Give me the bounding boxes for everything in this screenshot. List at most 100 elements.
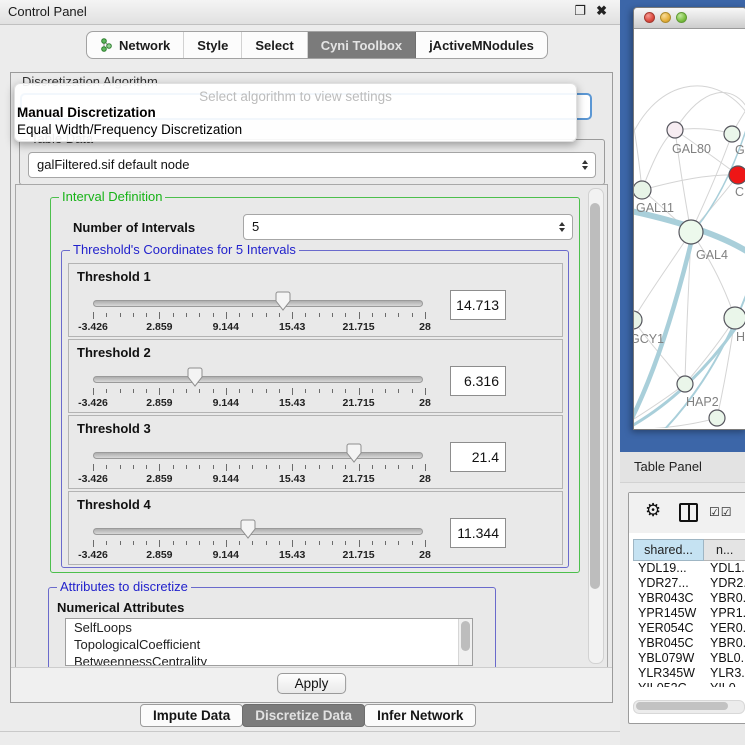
table-row[interactable]: YBL079WYBL0...	[633, 651, 745, 666]
tick-mark	[305, 313, 306, 317]
panel-title: Control Panel	[8, 4, 87, 19]
tick-mark	[412, 389, 413, 393]
table-row[interactable]: YPR145WYPR1...	[633, 606, 745, 621]
table-data-combo[interactable]: galFiltered.sif default node	[28, 152, 596, 178]
algorithm-option-manual-discretization[interactable]: Manual Discretization	[17, 105, 156, 120]
tick-mark	[199, 313, 200, 317]
node-table: ⚙ ☑☑ shared...n... YDL19...YDL1...YDR27.…	[628, 492, 745, 724]
list-scrollbar[interactable]	[458, 619, 472, 665]
network-node[interactable]	[677, 376, 693, 392]
network-canvas[interactable]: GAL80GAL11GAL4GCY1HAP2GACH	[634, 28, 745, 428]
network-node[interactable]	[724, 307, 745, 329]
tick-mark	[106, 465, 107, 469]
close-icon[interactable]: ✖	[596, 3, 607, 19]
tick-mark	[213, 465, 214, 469]
mac-zoom-icon[interactable]	[676, 12, 687, 23]
tick-mark	[332, 465, 333, 469]
tick-mark	[93, 540, 94, 547]
mode-tab-infer-network[interactable]: Infer Network	[364, 704, 476, 727]
algorithm-option-equal-width-frequency-discretization[interactable]: Equal Width/Frequency Discretization	[17, 122, 242, 137]
table-row[interactable]: YDL19...YDL1...	[633, 561, 745, 576]
network-node[interactable]	[679, 220, 703, 244]
slider-thumb[interactable]	[240, 519, 256, 539]
tab-select[interactable]: Select	[242, 32, 307, 58]
column-header-0[interactable]: shared...	[633, 539, 704, 561]
tab-network[interactable]: Network	[87, 32, 184, 58]
tick-mark	[266, 465, 267, 469]
tick-mark	[279, 465, 280, 469]
tick-mark	[213, 389, 214, 393]
table-cell: YBL0...	[704, 651, 745, 666]
float-window-icon[interactable]: ❐	[574, 3, 586, 19]
threshold-value-field[interactable]: 6.316	[450, 366, 506, 396]
threshold-value-field[interactable]: 21.4	[450, 442, 506, 472]
column-split-icon[interactable]	[679, 503, 698, 522]
apply-bar: Apply	[11, 667, 612, 702]
threshold-panel-3: Threshold 3-3.4262.8599.14415.4321.71528…	[68, 415, 563, 489]
table-row[interactable]: YBR045CYBR0...	[633, 636, 745, 651]
threshold-label: Threshold 4	[77, 497, 151, 512]
column-header-1[interactable]: n...	[704, 539, 745, 561]
tick-mark	[120, 541, 121, 545]
table-header-row: shared...n...	[633, 539, 745, 561]
divider	[0, 731, 620, 732]
slider-thumb[interactable]	[275, 291, 291, 311]
slider-thumb[interactable]	[187, 367, 203, 387]
tab-style[interactable]: Style	[184, 32, 242, 58]
tick-mark	[226, 388, 227, 395]
tick-mark	[186, 465, 187, 469]
slider-track[interactable]	[93, 452, 423, 459]
mode-tab-impute-data[interactable]: Impute Data	[140, 704, 243, 727]
network-node[interactable]	[634, 311, 642, 329]
network-node[interactable]	[729, 166, 745, 184]
thresholds-group: Threshold's Coordinates for 5 Intervals …	[61, 250, 569, 568]
tab-cyni-toolbox[interactable]: Cyni Toolbox	[308, 32, 416, 58]
slider-track[interactable]	[93, 376, 423, 383]
horizontal-scrollbar[interactable]	[633, 700, 745, 714]
slider-track[interactable]	[93, 300, 423, 307]
axis-tick-label: 28	[419, 473, 431, 485]
table-row[interactable]: YIL052CYIL0...	[633, 681, 745, 687]
threshold-value-field[interactable]: 11.344	[450, 518, 506, 548]
attribute-item-betweennesscentrality[interactable]: BetweennessCentrality	[66, 653, 472, 666]
scrollbar-thumb[interactable]	[461, 621, 470, 651]
mode-tab-discretize-data[interactable]: Discretize Data	[242, 704, 365, 727]
slider-thumb[interactable]	[346, 443, 362, 463]
number-of-intervals-combo[interactable]: 5	[243, 214, 573, 240]
tab-jactivemnodules[interactable]: jActiveMNodules	[416, 32, 547, 58]
network-node[interactable]	[724, 126, 740, 142]
scrollbar-thumb[interactable]	[590, 203, 600, 589]
table-data-value: galFiltered.sif default node	[37, 153, 189, 176]
table-row[interactable]: YER054CYER0...	[633, 621, 745, 636]
attribute-item-selfloops[interactable]: SelfLoops	[66, 619, 472, 636]
interval-definition-group: Interval Definition Number of Intervals …	[50, 197, 580, 573]
apply-button[interactable]: Apply	[277, 673, 347, 694]
mac-minimize-icon[interactable]	[660, 12, 671, 23]
settings-gear-icon[interactable]: ⚙	[645, 500, 661, 521]
axis-tick-label: 9.144	[213, 549, 239, 561]
network-node[interactable]	[634, 181, 651, 199]
tick-mark	[226, 540, 227, 547]
slider-track[interactable]	[93, 528, 423, 535]
scrollbar-thumb[interactable]	[636, 702, 728, 710]
axis-tick-label: 2.859	[146, 321, 172, 333]
attribute-item-topologicalcoefficient[interactable]: TopologicalCoefficient	[66, 636, 472, 653]
threshold-value-field[interactable]: 14.713	[450, 290, 506, 320]
table-row[interactable]: YBR043CYBR0...	[633, 591, 745, 606]
axis-tick-label: 9.144	[213, 397, 239, 409]
table-row[interactable]: YDR27...YDR2...	[633, 576, 745, 591]
network-node[interactable]	[667, 122, 683, 138]
tick-mark	[319, 465, 320, 469]
mac-close-icon[interactable]	[644, 12, 655, 23]
table-row[interactable]: YLR345WYLR3...	[633, 666, 745, 681]
tick-mark	[398, 313, 399, 317]
network-window-titlebar[interactable]	[634, 8, 745, 29]
select-columns-icon[interactable]: ☑☑	[709, 505, 733, 519]
numerical-attributes-list[interactable]: SelfLoopsTopologicalCoefficientBetweenne…	[65, 618, 473, 666]
network-node[interactable]	[709, 410, 725, 426]
node-label: GAL11	[636, 201, 674, 215]
vertical-scrollbar[interactable]	[588, 188, 604, 664]
algorithm-placeholder-option: Select algorithm to view settings	[15, 89, 576, 104]
tick-mark	[279, 313, 280, 317]
algorithm-dropdown-popup: Select algorithm to view settings Manual…	[14, 83, 577, 142]
